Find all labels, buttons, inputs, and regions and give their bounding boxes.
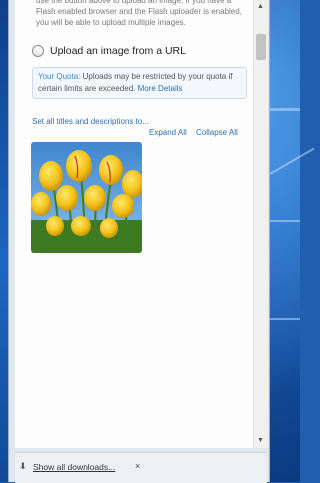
scroll-down-icon[interactable]: ▼ [257,437,264,445]
upload-url-radio[interactable] [32,45,44,57]
image-thumbnail[interactable] [31,142,142,253]
quota-notice: Your Quota: Uploads may be restricted by… [32,67,247,99]
upload-url-option[interactable]: Upload an image from a URL [32,45,186,57]
more-details-link[interactable]: More Details [138,84,183,93]
vertical-scrollbar[interactable]: ▲ ▼ [253,0,268,448]
upload-help-text: use the button above to upload an image.… [36,0,242,27]
collapse-all-link[interactable]: Collapse All [196,128,238,137]
scroll-up-icon[interactable]: ▲ [257,3,264,11]
expand-all-link[interactable]: Expand All [149,128,187,137]
close-icon[interactable]: × [135,461,140,471]
quota-label: Your Quota: [38,72,81,81]
downloads-bar: ⬇ Show all downloads... × [15,452,267,483]
scroll-thumb[interactable] [256,34,266,60]
show-all-downloads-link[interactable]: Show all downloads... [33,462,115,472]
tulip-image [31,142,142,253]
set-all-titles-link[interactable]: Set all titles and descriptions to... [32,117,149,126]
upload-url-label: Upload an image from a URL [50,45,186,57]
download-arrow-icon: ⬇ [19,461,27,471]
page-viewport: use the button above to upload an image.… [15,0,253,448]
